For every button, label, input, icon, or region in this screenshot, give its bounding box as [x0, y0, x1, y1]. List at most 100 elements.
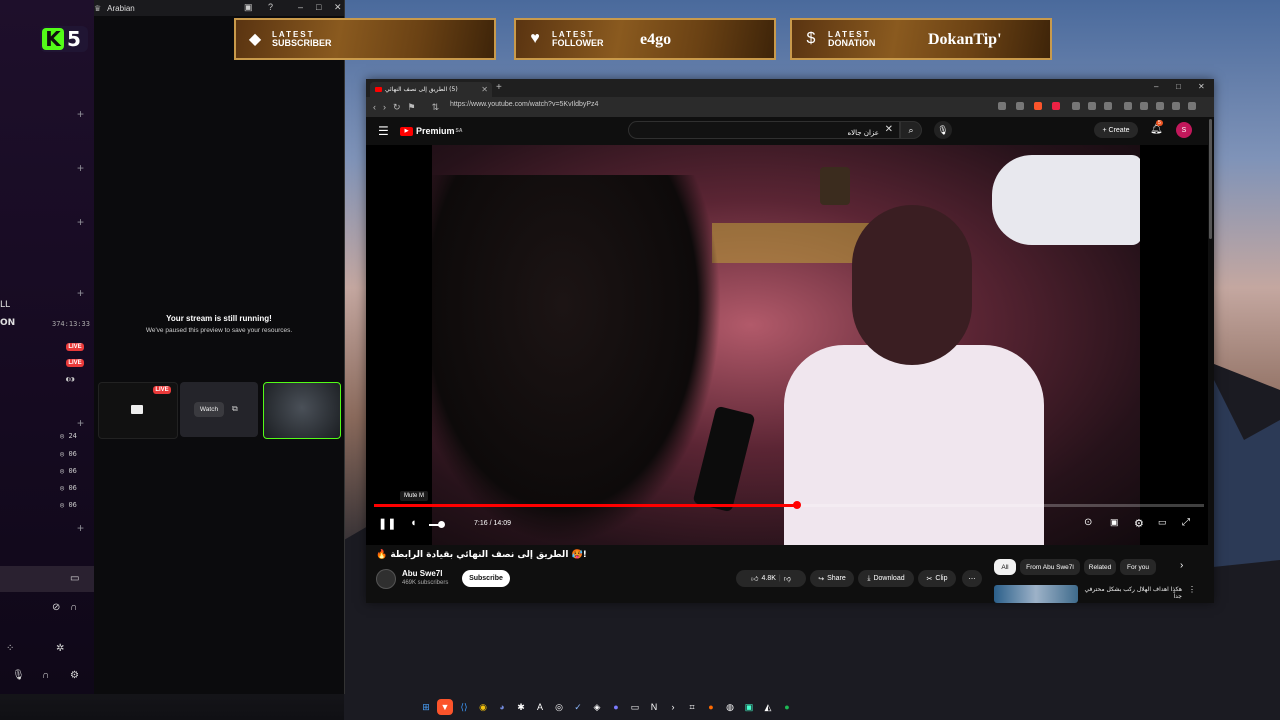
voice-search-button[interactable]: 🎙︎	[934, 121, 952, 139]
channel-avatar[interactable]	[376, 569, 396, 589]
apps-grid-icon[interactable]: ⁘	[6, 643, 14, 654]
app-icon[interactable]: ◎	[551, 699, 567, 715]
cast-icon[interactable]	[998, 102, 1006, 110]
add-icon[interactable]: +	[77, 107, 84, 121]
chip-from-channel[interactable]: From Abu Swe7l	[1020, 559, 1080, 575]
maximize-button[interactable]: □	[316, 2, 321, 12]
vpn-icon[interactable]	[1172, 102, 1180, 110]
minimize-button[interactable]: –	[298, 2, 303, 12]
maximize-button[interactable]: □	[1176, 82, 1181, 91]
inbox-icon[interactable]: ▣	[244, 2, 253, 13]
minimize-button[interactable]: –	[1154, 82, 1158, 91]
fullscreen-icon[interactable]: ⤢	[1182, 517, 1190, 528]
recommended-title[interactable]: هكذا اهداف الهلال ركب بشكل محترفي جداً	[1082, 586, 1183, 600]
back-icon[interactable]: ‹	[373, 102, 376, 112]
youtube-logo[interactable]: ▶ Premium SA	[400, 126, 462, 136]
spotify-icon[interactable]: ●	[779, 699, 795, 715]
music-icon[interactable]	[1124, 102, 1132, 110]
sparkle-icon[interactable]: ✲	[56, 643, 64, 654]
add-icon[interactable]: +	[77, 521, 84, 535]
app-icon[interactable]: ●	[608, 699, 624, 715]
url-field[interactable]: https://www.youtube.com/watch?v=5KvIldby…	[450, 101, 598, 108]
windows-start-icon[interactable]: ⊞	[418, 699, 434, 715]
like-icon[interactable]: 👍︎	[751, 574, 758, 583]
extension-icon[interactable]	[1088, 102, 1096, 110]
close-button[interactable]: ✕	[334, 2, 342, 13]
rewards-icon[interactable]	[1052, 102, 1060, 110]
add-icon[interactable]: +	[77, 286, 84, 300]
account-avatar[interactable]: S	[1176, 122, 1192, 138]
menu-icon[interactable]	[1188, 102, 1196, 110]
notifications-button[interactable]: 🔔︎ 5	[1150, 120, 1163, 135]
app-icon[interactable]: ▣	[741, 699, 757, 715]
subscribe-button[interactable]: Subscribe	[462, 570, 510, 587]
chrome-icon[interactable]: ◉	[475, 699, 491, 715]
mic-icon[interactable]: 🎙︎	[12, 670, 25, 681]
discord-icon[interactable]: ◕	[494, 699, 510, 715]
popout-icon[interactable]: ⧉	[232, 404, 238, 414]
dislike-icon[interactable]: 👎︎	[784, 574, 791, 583]
theater-mode-icon[interactable]: ▭	[1158, 517, 1167, 528]
chip-all[interactable]: All	[994, 559, 1016, 575]
download-button[interactable]: ⤓ Download	[858, 570, 914, 587]
watch-button[interactable]: Watch	[194, 402, 224, 417]
captions-icon[interactable]: ▣	[1110, 517, 1119, 528]
headset-icon[interactable]: ∩	[70, 602, 77, 613]
chip-for-you[interactable]: For you	[1120, 559, 1156, 575]
autoplay-toggle-icon[interactable]: ⊙	[1084, 517, 1092, 528]
volume-icon[interactable]: ◖	[410, 517, 417, 529]
add-icon[interactable]: +	[77, 215, 84, 229]
app-icon[interactable]: ›	[665, 699, 681, 715]
help-icon[interactable]: ?	[268, 2, 273, 12]
app-icon[interactable]: ◈	[589, 699, 605, 715]
clip-button[interactable]: ✂ Clip	[918, 570, 956, 587]
add-icon[interactable]: +	[77, 416, 84, 430]
headphones-icon[interactable]: ∩	[42, 670, 49, 681]
firefox-icon[interactable]: ●	[703, 699, 719, 715]
forward-icon[interactable]: ›	[383, 102, 386, 112]
close-tab-icon[interactable]: ✕	[481, 85, 488, 94]
new-tab-button[interactable]: +	[496, 82, 502, 93]
mute-slash-icon[interactable]: ⊘	[52, 602, 60, 613]
extension-icon[interactable]	[1104, 102, 1112, 110]
chip-related[interactable]: Related	[1084, 559, 1116, 575]
pause-icon[interactable]: ❚❚	[378, 517, 396, 530]
site-info-icon[interactable]: ⇅	[432, 102, 440, 113]
vscode-icon[interactable]: ⟨⟩	[456, 699, 472, 715]
extension-icon[interactable]	[1072, 102, 1080, 110]
clear-search-icon[interactable]: ✕	[885, 124, 893, 135]
app-icon[interactable]: ▭	[627, 699, 643, 715]
chevron-right-icon[interactable]: ›	[1180, 560, 1183, 571]
notion-icon[interactable]: N	[646, 699, 662, 715]
brave-icon[interactable]: ▼	[437, 699, 453, 715]
bookmark-icon[interactable]: ⚑	[408, 102, 416, 113]
monitor-icon[interactable]: ▭	[70, 573, 79, 584]
stream-thumbnail[interactable]: LIVE	[98, 382, 178, 439]
share-icon[interactable]	[1016, 102, 1024, 110]
app-icon[interactable]: ✱	[513, 699, 529, 715]
channel-name[interactable]: Abu Swe7l	[402, 569, 442, 578]
close-button[interactable]: ✕	[1198, 82, 1205, 91]
settings-gear-icon[interactable]: ⚙	[1134, 517, 1144, 530]
search-input[interactable]	[629, 125, 889, 141]
more-vert-icon[interactable]: ⋮	[1188, 585, 1196, 594]
kick-logo[interactable]: K 5	[40, 26, 88, 52]
search-button[interactable]: ⌕	[900, 121, 922, 139]
volume-knob[interactable]	[438, 521, 445, 528]
hamburger-menu-icon[interactable]: ☰	[378, 124, 389, 138]
app-icon[interactable]: ✓	[570, 699, 586, 715]
recommended-thumbnail[interactable]	[994, 585, 1078, 603]
app-icon[interactable]: ⌗	[684, 699, 700, 715]
like-count[interactable]: 4.8K	[761, 575, 775, 582]
progress-bar[interactable]	[374, 501, 1204, 509]
add-icon[interactable]: +	[77, 161, 84, 175]
chat-row-highlight[interactable]	[0, 566, 94, 592]
scrollbar[interactable]	[1209, 119, 1212, 239]
app-icon[interactable]: ◍	[722, 699, 738, 715]
app-icon[interactable]: A	[532, 699, 548, 715]
wallet-icon[interactable]	[1156, 102, 1164, 110]
reload-icon[interactable]: ↻	[393, 102, 401, 113]
more-actions-button[interactable]: ⋯	[962, 570, 982, 587]
tab-youtube[interactable]: (5) الطريق إلى نصف النهائي ✕	[370, 82, 492, 97]
steam-icon[interactable]: ◭	[760, 699, 776, 715]
